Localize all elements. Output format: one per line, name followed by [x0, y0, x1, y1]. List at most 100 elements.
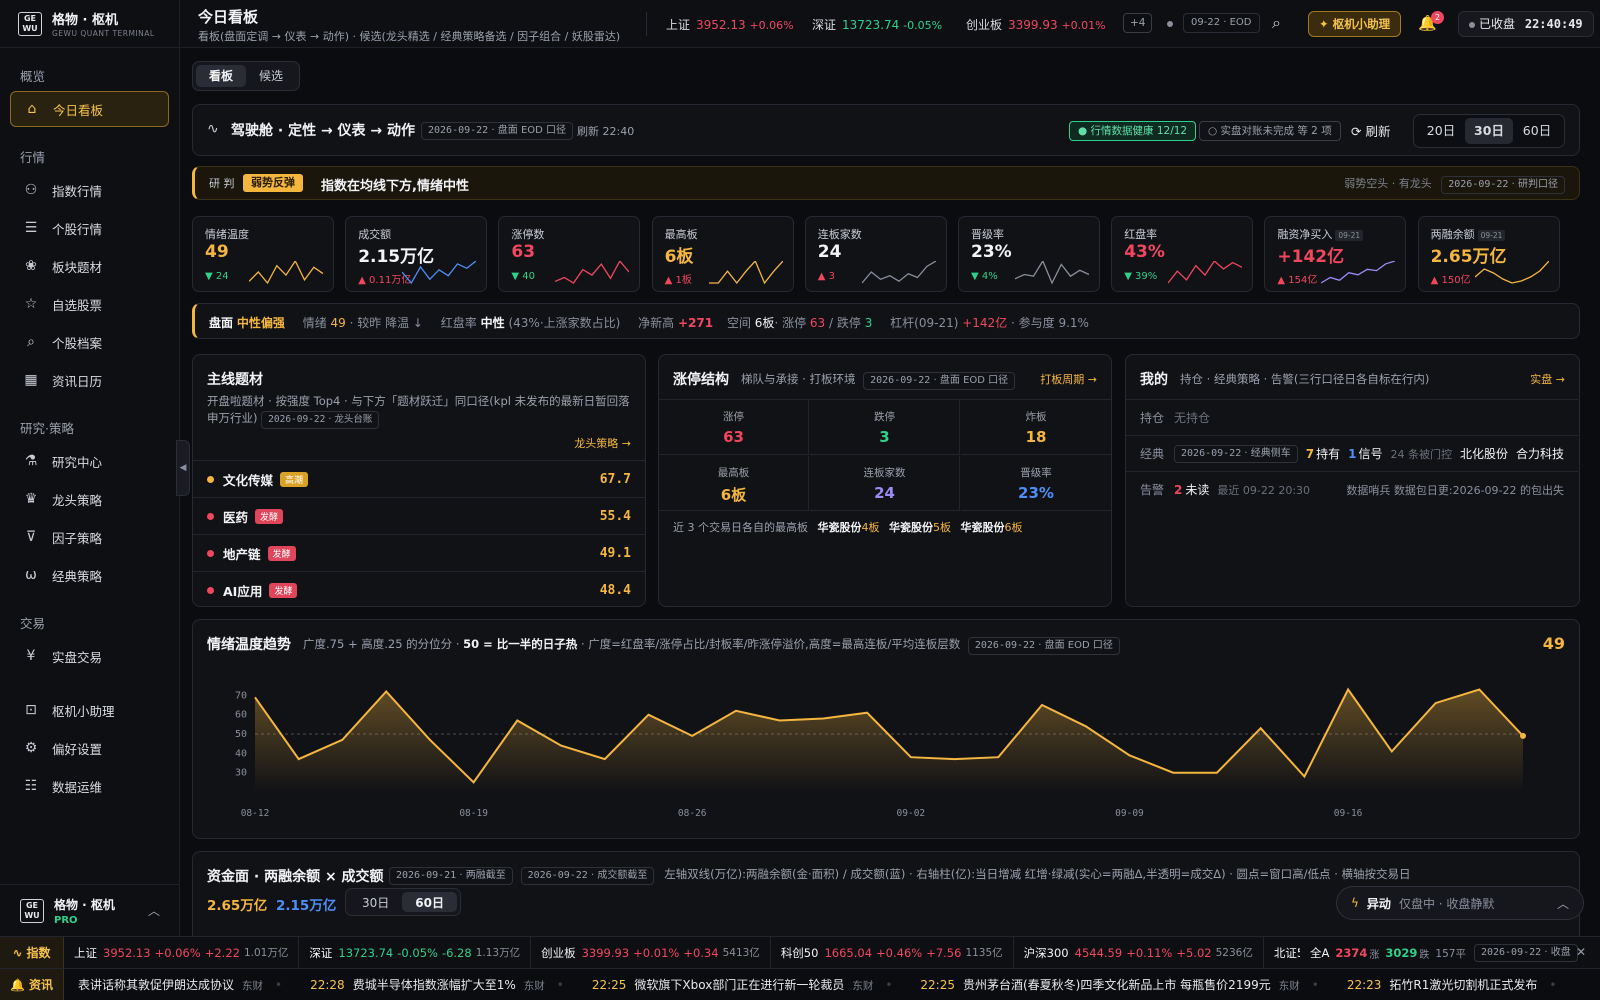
- limit-cell-label: 连板家数: [863, 467, 906, 479]
- limit-cell-label: 炸板: [1025, 411, 1047, 423]
- sidebar-item-label: 实盘交易: [52, 649, 103, 665]
- recon-badge[interactable]: ○ 实盘对账未完成 等 2 项: [1199, 121, 1341, 141]
- sidebar-collapse-handle[interactable]: ◀: [176, 440, 190, 496]
- kpi-value: 23%: [971, 242, 1012, 262]
- kpi-card[interactable]: 红盘率 43% ▼ 39%: [1111, 216, 1254, 292]
- kpi-card[interactable]: 最高板 6板 ▲ 1板: [651, 216, 794, 292]
- sidebar-item-label: 因子策略: [52, 530, 103, 546]
- kpi-card[interactable]: 晋级率 23% ▼ 4%: [958, 216, 1100, 292]
- more-tickers-button[interactable]: +4: [1123, 13, 1153, 33]
- sidebar-item-4[interactable]: ⌕ 个股档案: [10, 324, 169, 360]
- temperature-chart[interactable]: 30 40 50 60 70 08-12 08-19 08-26 09-02 09-09 09-16: [193, 664, 1579, 834]
- limit-cell-label: 跌停: [874, 411, 895, 423]
- sidebar-item-0[interactable]: ⚗ 研究中心: [10, 443, 169, 479]
- range-30[interactable]: 30日: [1465, 118, 1513, 144]
- theme-row[interactable]: 医药 发酵 55.4: [193, 497, 645, 534]
- limit-cell[interactable]: 连板家数 24: [810, 456, 960, 511]
- index-item[interactable]: 沪深300 4544.59 +0.11% +5.02 5236亿: [1014, 937, 1264, 968]
- theme-name: 地产链: [223, 546, 261, 562]
- ticker-cyb[interactable]: 创业板 3399.93 +0.01%: [966, 16, 1106, 33]
- holdings-row[interactable]: 持仓 无持仓: [1126, 399, 1578, 435]
- sidebar-item-label: 经典策略: [52, 568, 103, 584]
- limit-cell[interactable]: 跌停 3: [810, 400, 960, 455]
- refresh-time: 刷新 22:40: [577, 125, 635, 138]
- news-item[interactable]: 表讲话称其敦促伊朗达成协议 东财 •: [64, 976, 296, 993]
- lightning-icon: ϟ: [1351, 896, 1359, 910]
- index-item[interactable]: 科创50 1665.04 +0.46% +7.56 1135亿: [771, 937, 1014, 968]
- kpi-card[interactable]: 情绪温度 49 ▼ 24: [192, 216, 334, 292]
- index-item[interactable]: 创业板 3399.93 +0.01% +0.34 5413亿: [531, 937, 771, 968]
- x-tick-label: 08-12: [241, 808, 270, 819]
- live-trade-link[interactable]: 实盘 →: [1530, 371, 1565, 387]
- kpi-card[interactable]: 涨停数 63 ▼ 40: [498, 216, 641, 292]
- range-20[interactable]: 20日: [1417, 118, 1465, 144]
- index-item[interactable]: 深证 13723.74 -0.05% -6.28 1.13万亿: [299, 937, 532, 968]
- limit-cell-value: 63: [723, 428, 744, 446]
- ticker-sz[interactable]: 深证 13723.74 -0.05%: [812, 16, 942, 33]
- sidebar-item-5[interactable]: ▦ 资讯日历: [10, 362, 169, 398]
- limit-cycle-link[interactable]: 打板周期 →: [1040, 371, 1097, 387]
- close-icon[interactable]: ✕: [1576, 945, 1586, 959]
- kpi-card[interactable]: 融资净买入 09-21 +142亿 ▲ 154亿: [1264, 216, 1407, 292]
- nav-list: 概览 ⌂ 今日看板 行情 ⚇ 指数行情 ☰ 个股行情 ❀ 板块题材 ☆ 自选股票 ⌕ 个股档案 ▦ 资讯日历研…: [0, 48, 179, 804]
- anomaly-widget[interactable]: ϟ 异动 仅盘中 · 收盘静默 ︿: [1336, 886, 1584, 920]
- brand-name: 格物 · 枢机: [52, 13, 118, 28]
- account-footer[interactable]: GE WU 格物 · 枢机 PRO ︿: [0, 884, 180, 936]
- sidebar-item-0[interactable]: ⌂ 今日看板: [10, 91, 169, 127]
- sidebar-item-2[interactable]: ☷ 数据运维: [10, 768, 169, 804]
- kpi-card[interactable]: 连板家数 24 ▲ 3: [804, 216, 947, 292]
- leader-strategy-link[interactable]: 龙头策略 →: [574, 435, 631, 451]
- theme-row[interactable]: AI应用 发酵 48.4: [193, 571, 645, 608]
- sidebar-item-0[interactable]: ⚇ 指数行情: [10, 172, 169, 208]
- search-icon[interactable]: ⌕: [1272, 13, 1281, 33]
- classic-row[interactable]: 经典 2026-09-22 · 经典侧车 7 持有 1 信号 24 条被门控 北化股…: [1126, 435, 1578, 471]
- sidebar-item-1[interactable]: ☰ 个股行情: [10, 210, 169, 246]
- tab-board[interactable]: 看板: [196, 65, 247, 87]
- chevron-up-icon[interactable]: ︿: [148, 902, 160, 919]
- refresh-button[interactable]: ⟳ 刷新: [1351, 121, 1390, 140]
- sidebar-item-3[interactable]: ☆ 自选股票: [10, 286, 169, 322]
- sidebar-item-3[interactable]: ω 经典策略: [10, 557, 169, 593]
- verdict-bar: 研 判 弱势反弹 指数在均线下方,情绪中性 弱势空头 · 有龙头 2026-09…: [192, 166, 1580, 200]
- alerts-row[interactable]: 告警 2 未读 最近 09-22 20:30 数据哨兵 数据包日更:2026-09…: [1126, 471, 1578, 507]
- sidebar-item-0[interactable]: ¥ 实盘交易: [10, 638, 169, 674]
- limit-cell[interactable]: 晋级率 23%: [961, 456, 1111, 511]
- index-item[interactable]: 上证 3952.13 +0.06% +2.22 1.01万亿: [64, 937, 300, 968]
- limit-cell[interactable]: 炸板 18: [961, 400, 1111, 455]
- sidebar-item-2[interactable]: ⊽ 因子策略: [10, 519, 169, 555]
- range-60[interactable]: 60日: [1513, 118, 1561, 144]
- sidebar-item-1[interactable]: ♛ 龙头策略: [10, 481, 169, 517]
- kpi-value: 49: [205, 242, 229, 262]
- page-title: 今日看板: [198, 8, 259, 26]
- logo-mark: GE WU: [18, 11, 42, 36]
- news-ticker-bar: 🔔 资讯 表讲话称其敦促伊朗达成协议 东财 • 22:28 费城半导体指数涨幅扩大至1% 东…: [0, 968, 1600, 1000]
- sidebar-item-1[interactable]: ⚙ 偏好设置: [10, 730, 169, 766]
- sidebar-item-0[interactable]: ⊡ 枢机小助理: [10, 692, 169, 728]
- theme-row[interactable]: 地产链 发酵 49.1: [193, 534, 645, 571]
- kpi-card[interactable]: 两融余额 09-21 2.65万亿 ▲ 150亿: [1417, 216, 1560, 292]
- limit-cell-value: 6板: [720, 486, 747, 504]
- limit-cell[interactable]: 涨停 63: [659, 400, 809, 455]
- kpi-card[interactable]: 成交额 2.15万亿 ▲ 0.11万亿: [345, 216, 488, 292]
- fund-title: 资金面 · 两融余额 × 成交额: [207, 869, 384, 885]
- fund-range-60[interactable]: 60日: [402, 892, 457, 912]
- limit-cell[interactable]: 最高板 6板: [659, 456, 809, 511]
- home-icon: ⌂: [27, 101, 37, 117]
- last-point: [1520, 732, 1526, 739]
- logo-mark: GE WU: [20, 898, 44, 923]
- tab-candidates[interactable]: 候选: [246, 65, 296, 87]
- news-item[interactable]: 22:25 贵州茅台酒(春夏秋冬)四季文化新品上市 每瓶售价2199元 东财 •: [906, 976, 1332, 993]
- verdict-meta: 弱势空头 · 有龙头 2026-09-22 · 研判口径: [1344, 175, 1565, 194]
- theme-dot: [207, 549, 214, 557]
- sidebar-item-2[interactable]: ❀ 板块题材: [10, 248, 169, 284]
- brand-logo[interactable]: GE WU 格物 · 枢机 GEWU QUANT TERMINAL: [0, 0, 179, 48]
- assistant-button[interactable]: ✦ 枢机小助理: [1308, 11, 1402, 37]
- news-item[interactable]: 22:25 微软旗下Xbox部门正在进行新一轮裁员 东财 •: [578, 976, 907, 993]
- news-item[interactable]: 22:28 费城半导体指数涨幅扩大至1% 东财 •: [296, 976, 578, 993]
- news-item[interactable]: 22:23 拓竹R1激光切割机正式发布 •: [1333, 976, 1571, 993]
- ticker-sh[interactable]: 上证 3952.13 +0.06%: [666, 16, 794, 33]
- limit-cell-label: 涨停: [723, 411, 744, 423]
- data-health-badge[interactable]: ● 行情数据健康 12/12: [1069, 121, 1197, 141]
- fund-range-30[interactable]: 30日: [349, 892, 402, 912]
- theme-row[interactable]: 文化传媒 高潮 67.7: [193, 460, 645, 497]
